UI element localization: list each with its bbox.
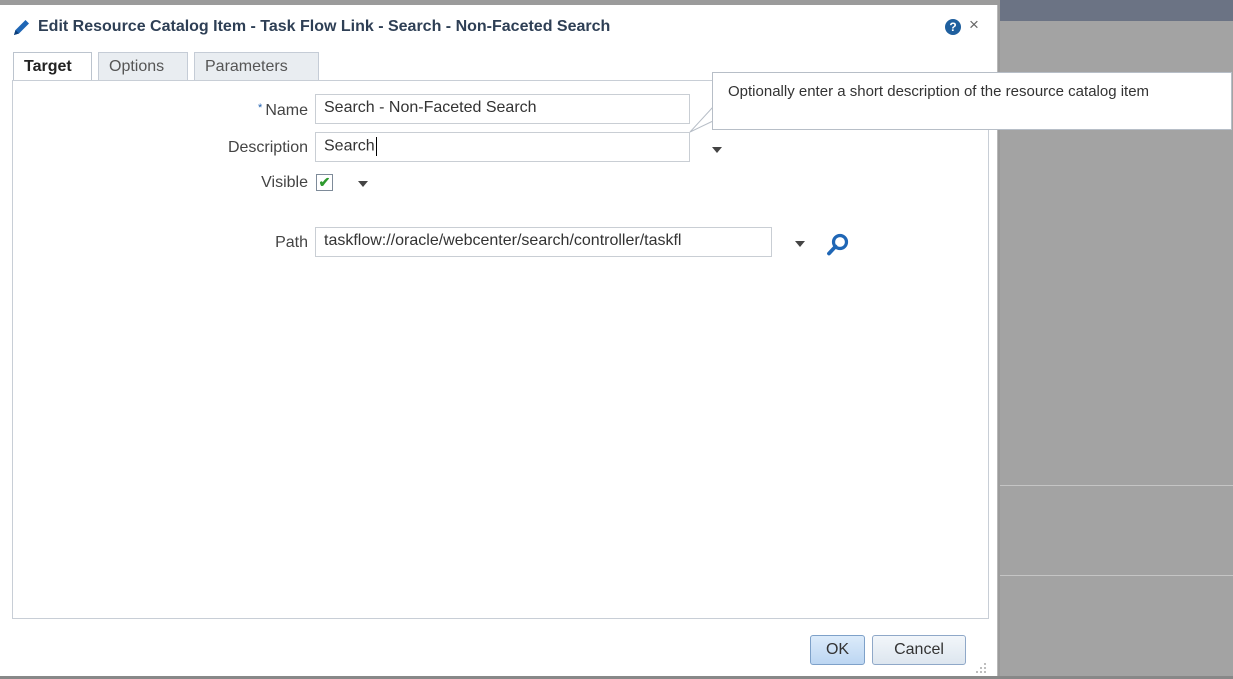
cancel-button[interactable]: Cancel [872,635,966,665]
help-icon[interactable]: ? [945,19,961,35]
visible-checkbox[interactable]: ✔ [316,174,333,191]
description-value: Search [324,137,375,155]
visible-dropdown-arrow[interactable] [358,181,368,187]
dialog-title: Edit Resource Catalog Item - Task Flow L… [38,18,611,35]
path-input[interactable]: taskflow://oracle/webcenter/search/contr… [315,227,772,257]
description-tooltip: Optionally enter a short description of … [712,72,1232,130]
required-marker: * [258,102,263,114]
name-input[interactable]: Search - Non-Faceted Search [315,94,690,124]
tab-options[interactable]: Options [98,52,188,80]
path-dropdown-arrow[interactable] [795,241,805,247]
magnifier-icon[interactable] [826,232,850,258]
text-cursor [375,137,377,156]
ok-button[interactable]: OK [810,635,865,665]
tab-target[interactable]: Target [13,52,92,82]
close-icon[interactable]: × [969,15,979,35]
dialog-title-bar[interactable]: Edit Resource Catalog Item - Task Flow L… [10,15,990,43]
resize-grip-icon[interactable] [975,662,987,674]
tab-parameters[interactable]: Parameters [194,52,319,80]
description-label: Description [227,139,308,156]
name-label: * Name [200,102,308,120]
visible-label: Visible [261,174,308,191]
background-header-bar [1000,0,1233,21]
background-divider [1000,575,1233,576]
background-divider [1000,485,1233,486]
pencil-icon [14,20,29,35]
name-label-text: Name [265,102,308,119]
path-label: Path [275,234,308,251]
description-input[interactable]: Search [315,132,690,162]
description-dropdown-arrow[interactable] [712,147,722,153]
